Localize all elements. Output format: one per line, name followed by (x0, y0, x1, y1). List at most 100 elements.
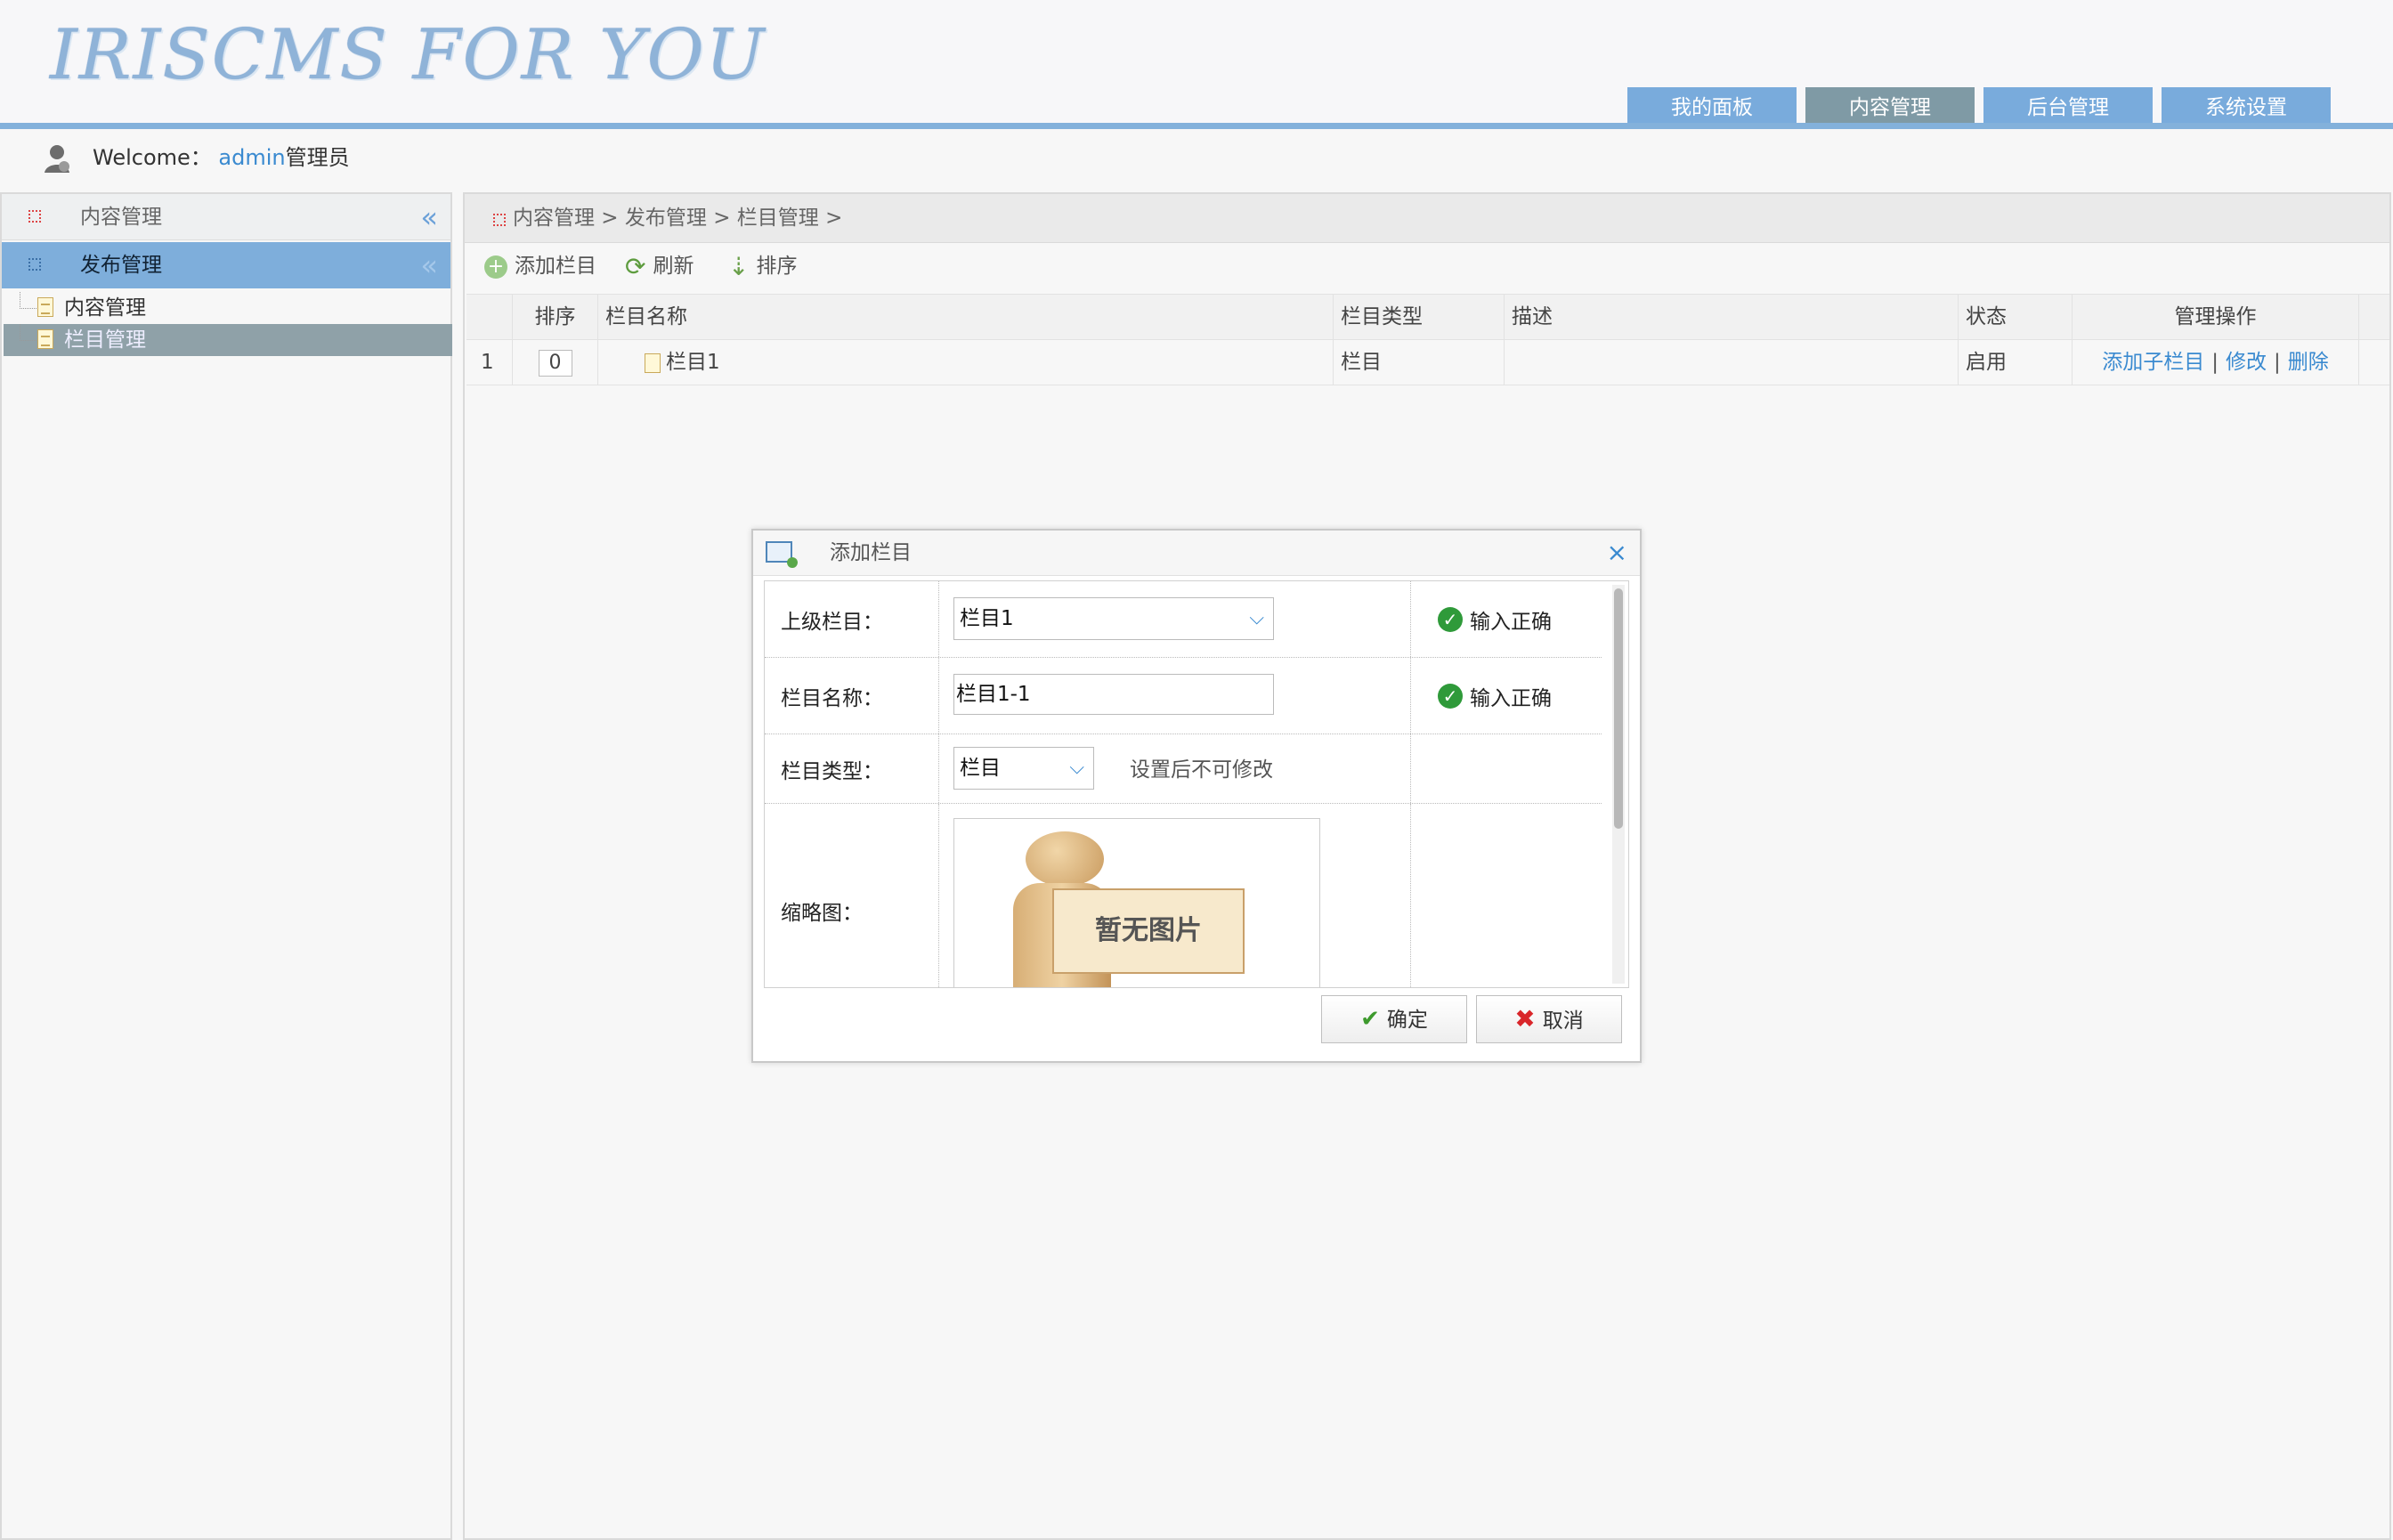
check-icon: ✔ (1360, 1006, 1380, 1033)
sidebar-section-content[interactable]: 内容管理 « (2, 194, 450, 240)
tree-line (20, 324, 37, 341)
header-operations: 管理操作 (2073, 295, 2359, 339)
edit-link[interactable]: 修改 (2226, 351, 2267, 374)
name-label: 栏目名称： (765, 658, 939, 734)
column-table: 排序 栏目名称 栏目类型 描述 状态 管理操作 1 0 栏目1 栏目 启用 添加… (466, 294, 2389, 385)
column-name-input[interactable]: 栏目1-1 (953, 674, 1274, 715)
parent-column-value: 栏目1 (960, 607, 1014, 630)
header-description: 描述 (1505, 295, 1959, 339)
column-type-value: 栏目 (960, 757, 1001, 780)
type-label: 栏目类型： (765, 734, 939, 803)
dialog-form: 上级栏目： 栏目1 ⌵ ✓ 输入正确 栏目名称： 栏目1-1 ✓ 输入正确 栏目类型 (764, 580, 1629, 988)
sidebar-item-label: 内容管理 (64, 296, 146, 320)
cancel-button[interactable]: ✖ 取消 (1476, 995, 1622, 1043)
parent-valid-text: 输入正确 (1470, 610, 1552, 634)
welcome-role: 管理员 (285, 145, 350, 170)
user-icon (45, 145, 69, 173)
row-name: 栏目1 (666, 351, 720, 374)
add-icon: + (484, 255, 507, 279)
separator: | (2274, 351, 2281, 374)
row-status: 启用 (1959, 340, 2073, 385)
header-name: 栏目名称 (598, 295, 1334, 339)
top-nav: 我的面板 内容管理 后台管理 系统设置 (1627, 87, 2331, 125)
sidebar-item-columns[interactable]: 栏目管理 (4, 324, 452, 356)
type-note: 设置后不可修改 (1130, 758, 1273, 782)
dialog-header[interactable]: 添加栏目 × (753, 531, 1640, 576)
delete-link[interactable]: 删除 (2288, 351, 2329, 374)
sidebar-item-content[interactable]: 内容管理 (4, 292, 452, 324)
name-valid-text: 输入正确 (1470, 686, 1552, 710)
table-header-row: 排序 栏目名称 栏目类型 描述 状态 管理操作 (466, 294, 2389, 340)
type-input-cell: 栏目 ⌵ 设置后不可修改 (939, 734, 1411, 803)
thumbnail-cell: 暂无图片 (939, 804, 1411, 987)
tab-content-management[interactable]: 内容管理 (1805, 87, 1975, 125)
close-icon: ✖ (1514, 1004, 1536, 1033)
add-column-button[interactable]: + 添加栏目 (484, 244, 596, 288)
header-index (466, 295, 513, 339)
refresh-icon: ⟳ (625, 251, 646, 281)
welcome-bar (0, 130, 2393, 189)
tab-system-settings[interactable]: 系统设置 (2162, 87, 2331, 125)
placeholder-figure-head (1026, 831, 1104, 887)
tab-dashboard[interactable]: 我的面板 (1627, 87, 1797, 125)
group-icon (28, 258, 41, 271)
welcome-username[interactable]: admin (218, 145, 285, 170)
row-type: 栏目 (1334, 340, 1505, 385)
breadcrumb-icon (493, 214, 506, 226)
add-column-dialog: 添加栏目 × 上级栏目： 栏目1 ⌵ ✓ 输入正确 栏目名称： 栏目1-1 ✓ 输入… (751, 529, 1642, 1063)
header-status: 状态 (1959, 295, 2073, 339)
add-child-column-link[interactable]: 添加子栏目 (2102, 351, 2204, 374)
name-tip-cell: ✓ 输入正确 (1411, 658, 1602, 734)
column-type-select[interactable]: 栏目 ⌵ (953, 747, 1094, 790)
close-icon[interactable]: × (1607, 531, 1627, 575)
separator: | (2211, 351, 2219, 374)
welcome-text: Welcome： admin管理员 (93, 142, 350, 173)
confirm-label: 确定 (1386, 1009, 1428, 1032)
logo: IRISCMS FOR YOU (50, 15, 767, 95)
table-row[interactable]: 1 0 栏目1 栏目 启用 添加子栏目 | 修改 | 删除 (466, 340, 2389, 385)
check-circle-icon: ✓ (1438, 683, 1463, 709)
header-divider (0, 123, 2393, 129)
scrollbar-thumb[interactable] (1614, 588, 1623, 829)
collapse-up-icon[interactable]: « (420, 242, 438, 288)
sort-button[interactable]: ⇣ 排序 (728, 244, 797, 289)
header-type: 栏目类型 (1334, 295, 1505, 339)
confirm-button[interactable]: ✔ 确定 (1321, 995, 1467, 1043)
parent-column-select[interactable]: 栏目1 ⌵ (953, 597, 1274, 640)
refresh-button[interactable]: ⟳ 刷新 (625, 244, 694, 289)
row-sort-cell: 0 (513, 340, 598, 385)
row-name-cell: 栏目1 (598, 340, 1334, 385)
sidebar-group-publish[interactable]: 发布管理 « (2, 242, 450, 288)
section-icon (28, 210, 41, 223)
sidebar-item-label: 栏目管理 (64, 328, 146, 352)
tab-backend-management[interactable]: 后台管理 (1983, 87, 2153, 125)
sort-order-input[interactable]: 0 (538, 349, 572, 377)
breadcrumb: 内容管理 > 发布管理 > 栏目管理 > (513, 207, 843, 230)
collapse-left-icon[interactable]: « (420, 194, 438, 240)
no-image-placeholder: 暂无图片 (1052, 888, 1245, 974)
document-icon (37, 329, 53, 349)
sidebar-section-label: 内容管理 (80, 206, 162, 229)
document-icon (37, 297, 53, 317)
sort-icon: ⇣ (728, 251, 750, 281)
form-row-parent: 上级栏目： 栏目1 ⌵ ✓ 输入正确 (765, 581, 1602, 658)
document-icon (645, 353, 661, 373)
dialog-title: 添加栏目 (830, 541, 912, 564)
cancel-label: 取消 (1542, 1009, 1584, 1033)
thumbnail-label: 缩略图： (765, 804, 939, 987)
form-row-thumbnail: 缩略图： 暂无图片 (765, 804, 1602, 987)
parent-tip-cell: ✓ 输入正确 (1411, 581, 1602, 657)
dialog-scrollbar[interactable] (1612, 585, 1625, 984)
thumbnail-upload[interactable]: 暂无图片 (953, 818, 1320, 987)
header-sort: 排序 (513, 295, 598, 339)
row-operations: 添加子栏目 | 修改 | 删除 (2073, 340, 2359, 385)
welcome-prefix: Welcome： (93, 145, 212, 170)
sidebar: 内容管理 « 发布管理 « 内容管理 栏目管理 (0, 192, 452, 1540)
toolbar: + 添加栏目 ⟳ 刷新 ⇣ 排序 (465, 244, 2389, 288)
parent-input-cell: 栏目1 ⌵ (939, 581, 1411, 657)
sort-label: 排序 (756, 255, 798, 278)
type-tip-cell (1411, 734, 1602, 803)
chevron-down-icon: ⌵ (1069, 757, 1084, 779)
row-index: 1 (466, 340, 513, 385)
add-column-label: 添加栏目 (515, 255, 596, 278)
